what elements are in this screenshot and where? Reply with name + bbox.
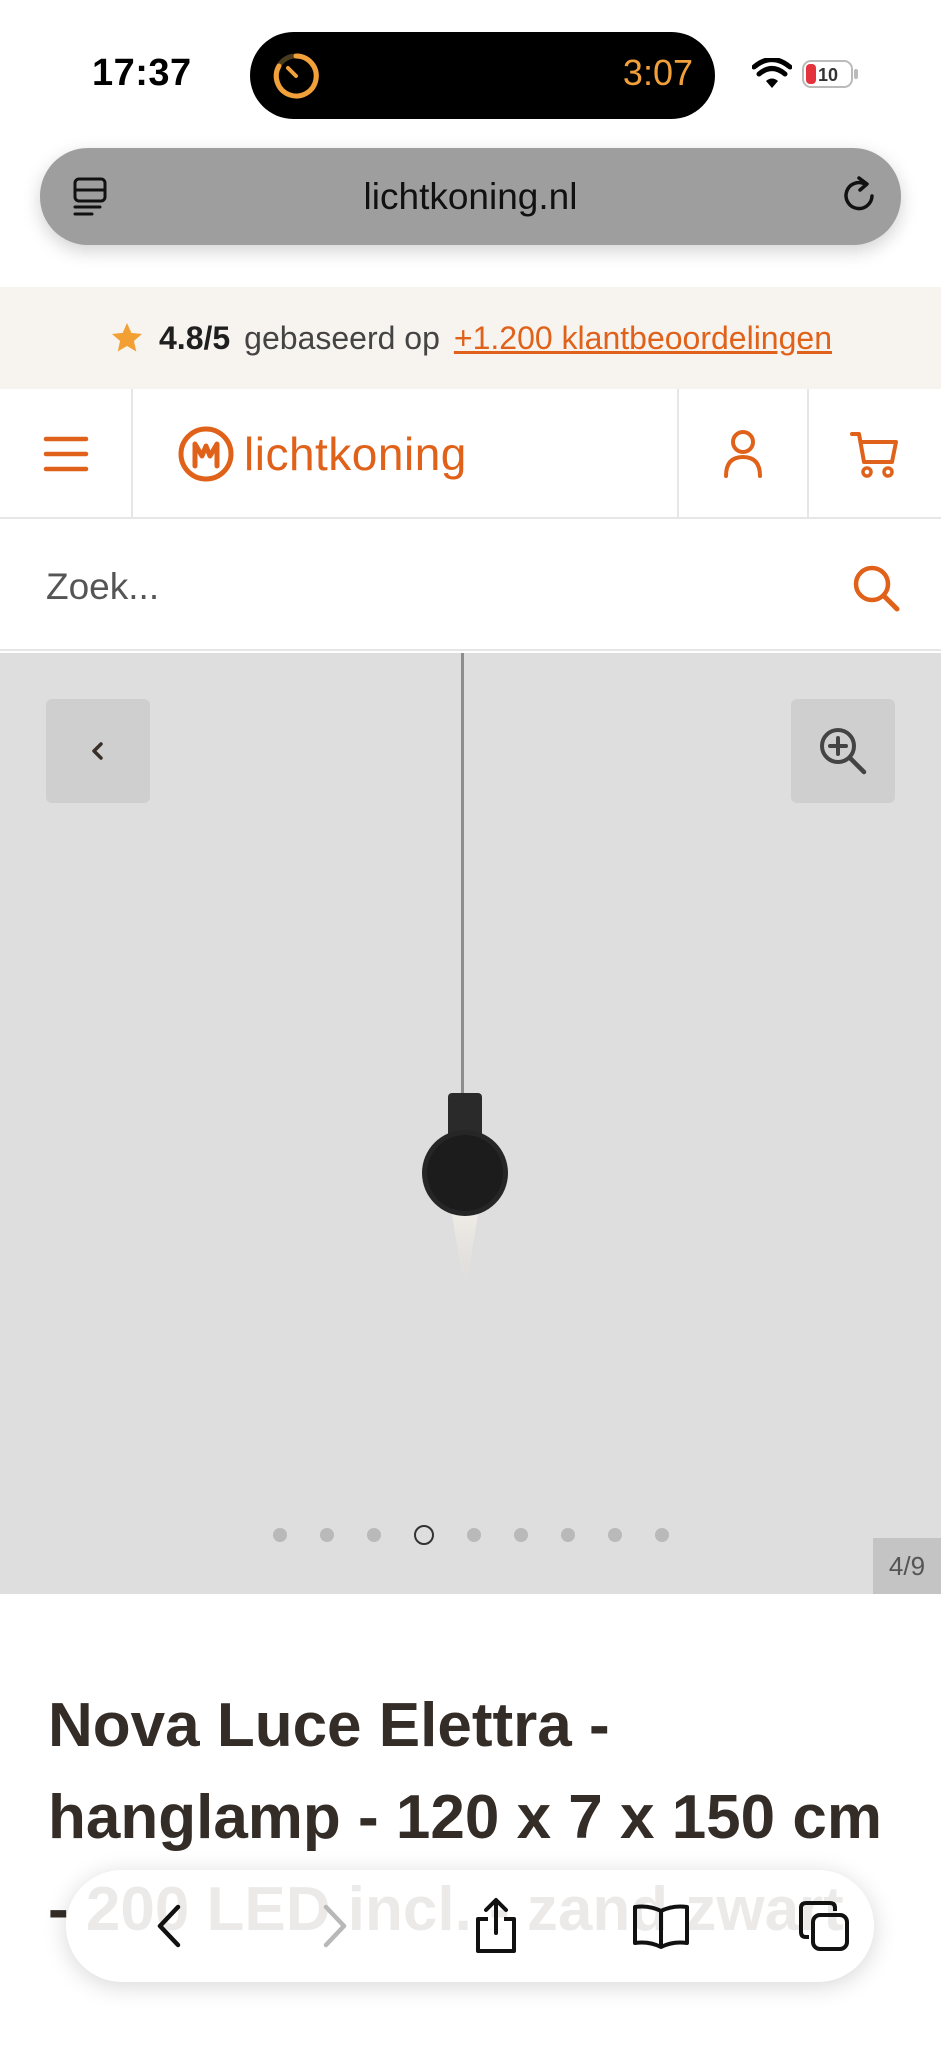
timer-readout: 3:07 <box>622 52 693 93</box>
gallery-dot[interactable] <box>413 1525 434 1545</box>
site-logo[interactable]: lichtkoning <box>178 421 467 487</box>
forward-button[interactable] <box>304 1896 364 1956</box>
dynamic-island[interactable]: 3:07 <box>250 32 715 119</box>
gallery-dot[interactable] <box>607 1528 622 1542</box>
tabs-button[interactable] <box>794 1896 854 1956</box>
cart-button[interactable] <box>809 389 941 519</box>
rating-text: gebaseerd op <box>244 319 440 356</box>
rating-bar: 4.8/5 gebaseerd op +1.200 klantbeoordeli… <box>0 287 941 389</box>
back-button[interactable] <box>140 1896 200 1956</box>
search-input[interactable] <box>46 557 826 617</box>
product-gallery[interactable]: 4/9 <box>0 653 941 1594</box>
gallery-pagination <box>0 1525 941 1545</box>
search-icon[interactable] <box>851 563 901 613</box>
rating-score: 4.8/5 <box>159 319 231 356</box>
chevron-left-icon <box>92 742 103 760</box>
gallery-dot[interactable] <box>513 1528 528 1542</box>
timer-icon <box>273 53 319 99</box>
account-button[interactable] <box>677 389 809 519</box>
gallery-counter: 4/9 <box>873 1538 941 1594</box>
wifi-icon <box>752 58 792 88</box>
gallery-dot[interactable] <box>560 1528 575 1542</box>
logo-mark-icon <box>178 426 234 482</box>
menu-button[interactable] <box>0 389 133 519</box>
reload-icon[interactable] <box>837 174 881 218</box>
site-header: lichtkoning <box>0 389 941 519</box>
gallery-dot[interactable] <box>654 1528 669 1542</box>
account-icon <box>724 430 762 478</box>
zoom-in-icon <box>820 728 867 775</box>
gallery-dot[interactable] <box>366 1528 381 1542</box>
gallery-dot[interactable] <box>319 1528 334 1542</box>
status-bar: 17:37 3:07 10 <box>0 0 941 140</box>
bookmarks-button[interactable] <box>631 1896 691 1956</box>
search-bar <box>0 521 941 651</box>
forward-icon <box>323 1904 347 1948</box>
logo-text: lichtkoning <box>244 428 467 480</box>
bookmarks-icon <box>633 1904 689 1949</box>
hamburger-menu-icon <box>43 436 88 472</box>
product-image-cord <box>461 653 464 1093</box>
reviews-link[interactable]: +1.200 klantbeoordelingen <box>454 320 832 357</box>
url-text[interactable]: lichtkoning.nl <box>40 176 901 218</box>
cart-icon <box>850 432 898 478</box>
gallery-dot[interactable] <box>466 1528 481 1542</box>
product-image[interactable] <box>410 1093 520 1293</box>
back-icon <box>157 1904 181 1948</box>
share-button[interactable] <box>466 1896 526 1956</box>
star-icon <box>112 323 142 352</box>
battery-level: 10 <box>818 65 838 85</box>
status-time: 17:37 <box>92 52 192 94</box>
battery-icon: 10 <box>802 58 860 90</box>
browser-toolbar <box>66 1870 874 1982</box>
address-bar[interactable]: lichtkoning.nl <box>40 148 901 245</box>
share-icon <box>476 1898 516 1953</box>
tabs-icon <box>799 1901 849 1951</box>
gallery-prev-button[interactable] <box>46 699 150 803</box>
gallery-zoom-button[interactable] <box>791 699 895 803</box>
gallery-dot[interactable] <box>272 1528 287 1542</box>
